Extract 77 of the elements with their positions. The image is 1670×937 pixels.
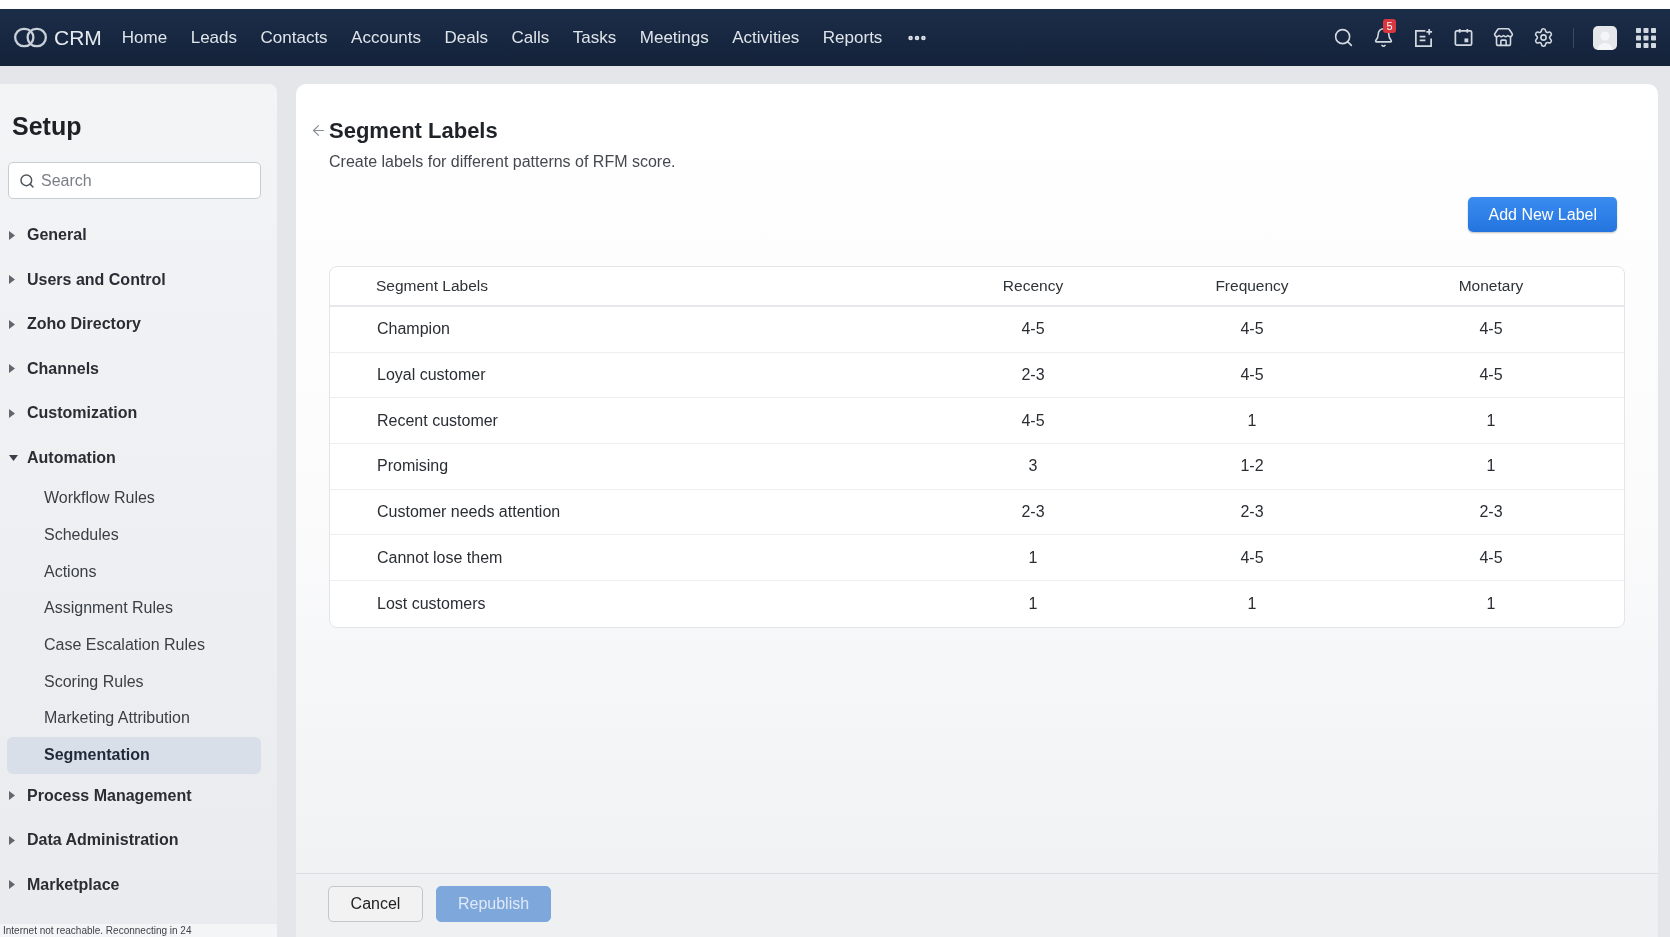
table-cell-text: 4-5 [1479, 319, 1503, 340]
sidebar-item[interactable]: Workflow Rules [7, 480, 261, 517]
table-cell-text: 2-3 [1479, 502, 1503, 523]
search-icon [19, 172, 35, 189]
table-cell-text: 4-5 [1021, 319, 1045, 340]
table-cell: Customer needs attention [377, 503, 561, 521]
nav-link[interactable]: Reports [822, 24, 883, 51]
sidebar-item[interactable]: Marketing Attribution [7, 700, 261, 737]
table-cell-text: 1 [1247, 410, 1257, 431]
table-cell-text: 1 [1486, 456, 1496, 477]
sidebar-section[interactable]: Customization [0, 391, 277, 436]
table-cell-text: 4-5 [1479, 365, 1503, 386]
table-cell-text: 4-5 [1240, 365, 1264, 386]
store-icon[interactable] [1493, 27, 1514, 48]
sidebar-item[interactable]: Actions [7, 553, 261, 591]
add-new-label-button[interactable]: Add New Label [1468, 197, 1617, 232]
notification-badge: 5 [1383, 18, 1396, 33]
note-plus-icon[interactable] [1413, 27, 1434, 48]
nav-link[interactable]: Leads [190, 24, 237, 51]
nav-link[interactable]: Deals [444, 24, 488, 51]
settings-icon[interactable] [1533, 27, 1554, 48]
table-cell-text: 4-5 [1479, 547, 1503, 568]
page-subtitle: Create labels for different patterns of RFM score. [329, 152, 676, 172]
apps-grid-icon[interactable] [1636, 27, 1656, 48]
table-cell-text: 2-3 [1021, 365, 1045, 386]
table-cell: Cannot lose them [377, 548, 503, 566]
table-cell-text: 1 [1028, 593, 1038, 614]
logo-icon [13, 26, 48, 49]
sidebar-item[interactable]: Scoring Rules [7, 663, 261, 701]
table-cell-text: 1 [1028, 547, 1038, 568]
table-cell-text: 3 [1028, 456, 1038, 477]
column-header: Recency [1002, 276, 1064, 297]
table-cell-text: 1 [1486, 410, 1496, 431]
table-cell: Promising [377, 457, 449, 475]
nav-link[interactable]: Meetings [639, 24, 709, 51]
nav-link[interactable]: Activities [732, 24, 800, 51]
nav-link[interactable]: Contacts [260, 24, 328, 51]
sidebar-section[interactable]: Data Administration [0, 818, 277, 863]
table-cell-text: 4-5 [1240, 319, 1264, 340]
column-header: Frequency [1215, 276, 1289, 297]
calendar-icon[interactable] [1453, 27, 1474, 48]
nav-link[interactable]: Tasks [572, 24, 617, 51]
sidebar-section[interactable]: General [0, 213, 277, 258]
table-cell: Lost customers [377, 594, 486, 612]
sidebar-item[interactable]: Assignment Rules [7, 590, 261, 627]
sidebar-section[interactable]: Users and Control [0, 257, 277, 302]
table-cell: Recent customer [377, 411, 498, 429]
sidebar-section[interactable]: Marketplace [0, 862, 277, 907]
table-cell-text: 1 [1486, 593, 1496, 614]
table-cell-text: 1 [1247, 593, 1257, 614]
table-cell-text: 4-5 [1021, 410, 1045, 431]
column-header: Monetary [1458, 276, 1524, 297]
nav-link[interactable]: Home [121, 24, 168, 51]
page-title: Segment Labels [329, 116, 498, 145]
column-header: Segment Labels [376, 277, 489, 294]
nav-link[interactable]: Calls [511, 24, 550, 51]
table-cell-text: 1-2 [1240, 456, 1264, 477]
search-icon[interactable] [1333, 27, 1354, 48]
table-cell-text: 2-3 [1240, 502, 1264, 523]
search-field[interactable]: Search [8, 162, 261, 199]
connection-status: Internet not reachable. Reconnecting in 24 [0, 924, 277, 937]
table-cell: Champion [377, 320, 450, 338]
table-cell-text: 2-3 [1021, 502, 1045, 523]
sidebar-item[interactable]: Schedules [7, 516, 261, 554]
sidebar-section[interactable]: Process Management [0, 773, 277, 818]
sidebar-title: Setup [11, 111, 83, 142]
sidebar-section[interactable]: Zoho Directory [0, 302, 277, 347]
sidebar-item[interactable]: Segmentation [7, 736, 261, 774]
sidebar-section[interactable]: Automation [0, 435, 277, 480]
app-name: CRM [54, 24, 102, 51]
sidebar-item[interactable]: Case Escalation Rules [7, 626, 261, 664]
sidebar-section[interactable]: Channels [0, 346, 277, 391]
table-cell-text: 4-5 [1240, 547, 1264, 568]
avatar-icon[interactable] [1593, 25, 1617, 50]
nav-link[interactable]: Accounts [351, 24, 422, 51]
cancel-button[interactable]: Cancel [328, 886, 423, 922]
table-cell: Loyal customer [377, 366, 486, 384]
